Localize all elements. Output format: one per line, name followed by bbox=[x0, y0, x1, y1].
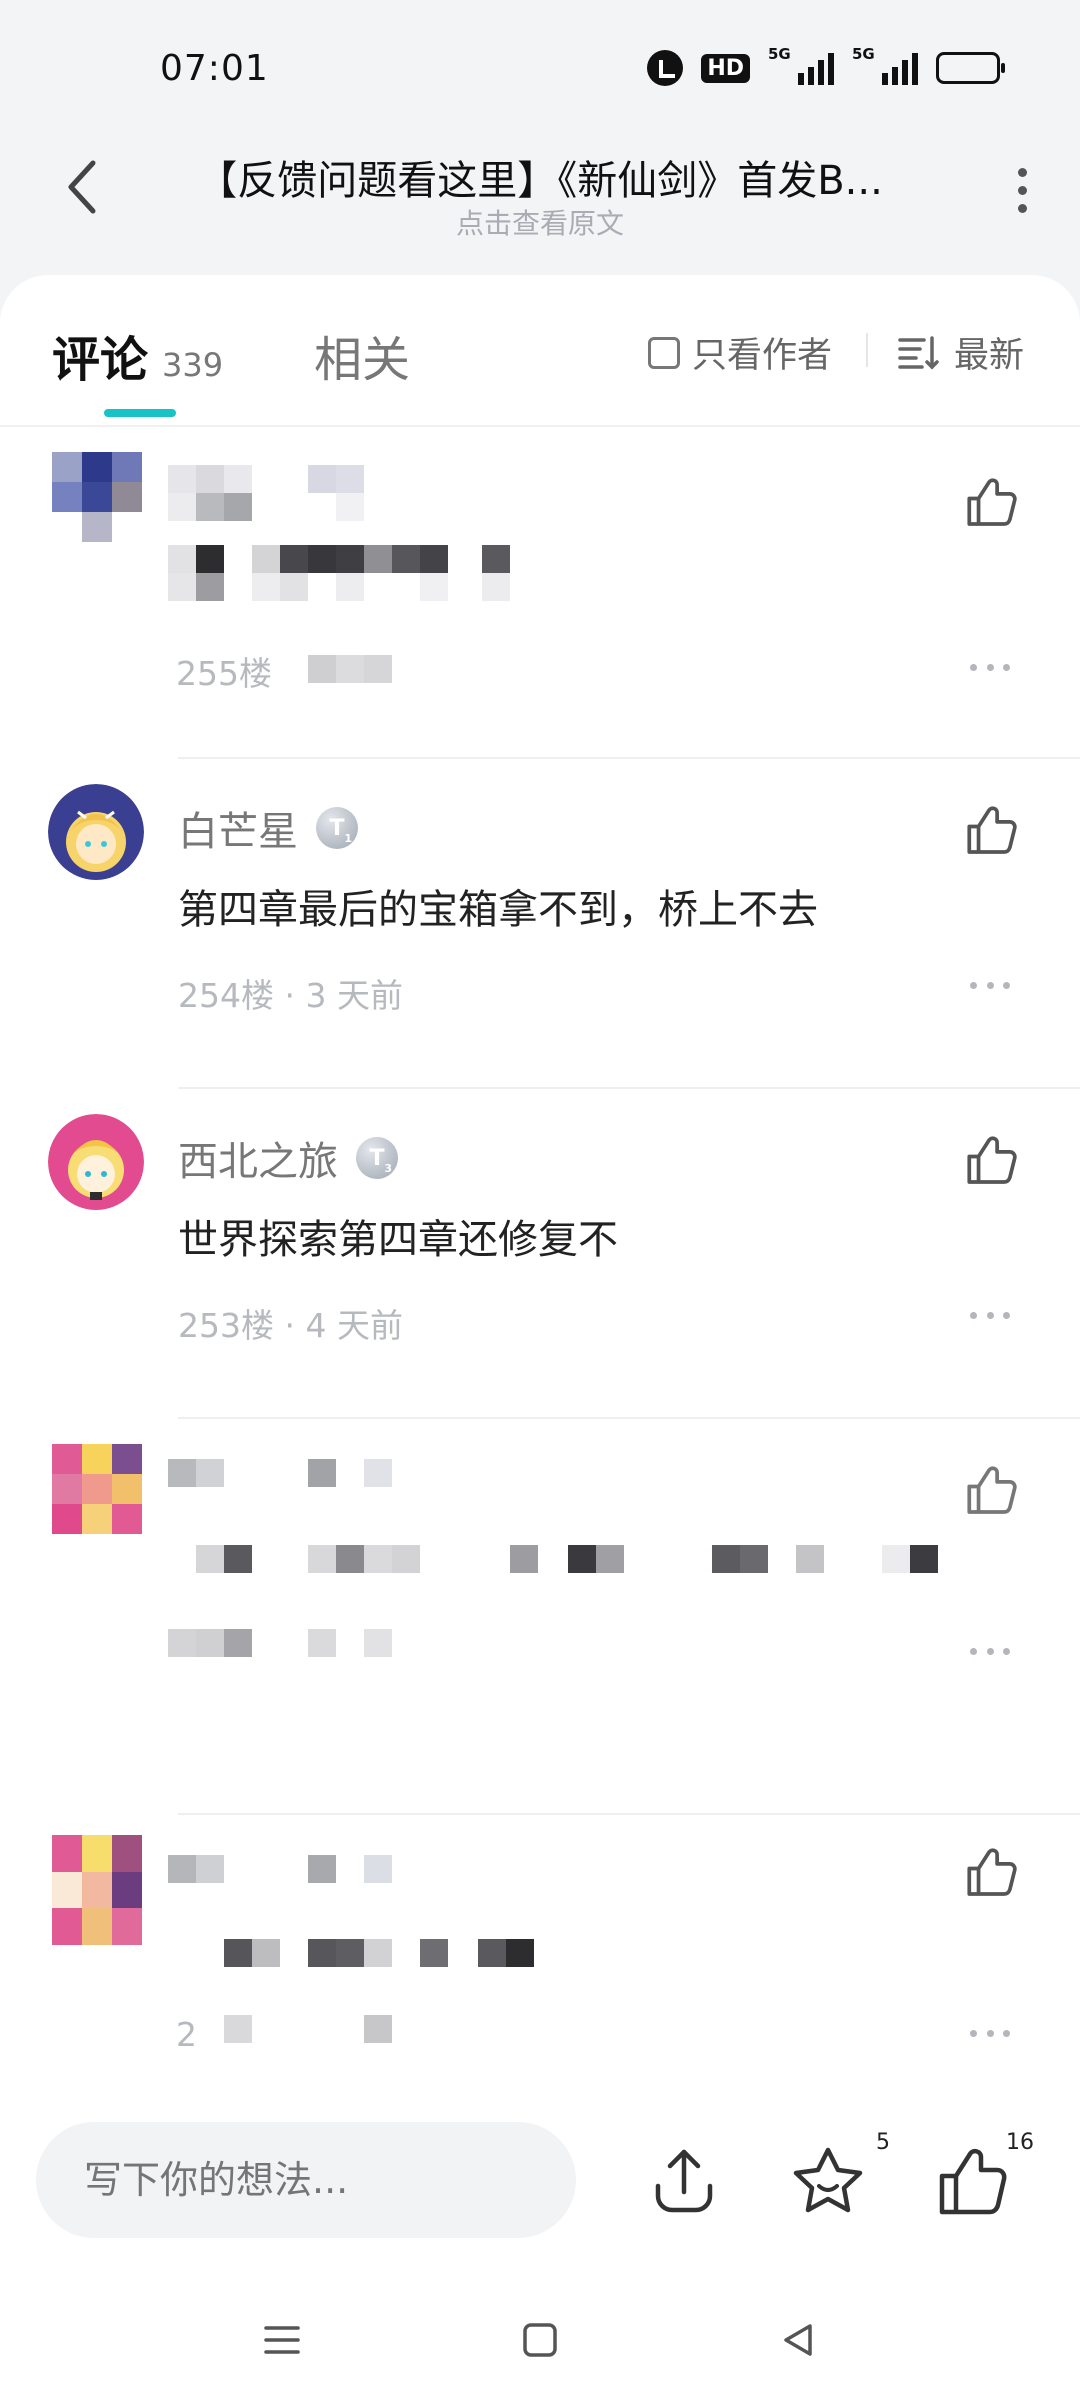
view-original-link[interactable]: 点击查看原文 bbox=[160, 202, 920, 242]
comments-panel: 评论 339 相关 只看作者 最新 255楼 白芒星 T 1 第四章最后的宝箱拿… bbox=[0, 275, 1080, 2095]
bottom-action-bar: 5 16 bbox=[0, 2050, 1080, 2270]
home-nav-button[interactable] bbox=[510, 2310, 570, 2370]
username[interactable]: 白芒星 bbox=[178, 799, 298, 857]
comment-text: 第四章最后的宝箱拿不到，桥上不去 bbox=[178, 887, 818, 933]
thumbs-up-icon[interactable] bbox=[960, 801, 1018, 859]
more-dot-icon bbox=[1017, 167, 1027, 177]
comment-input[interactable] bbox=[36, 2122, 576, 2238]
username[interactable]: 西北之旅 bbox=[178, 1129, 338, 1187]
favorite-button[interactable]: 5 bbox=[788, 2130, 890, 2222]
tab-comments[interactable]: 评论 339 bbox=[52, 320, 223, 390]
comment-more-icon[interactable] bbox=[970, 1307, 1010, 1323]
comment-text: 世界探索第四章还修复不 bbox=[178, 1217, 618, 1263]
comment-more-icon[interactable] bbox=[970, 977, 1010, 993]
tab-comments-label: 评论 bbox=[52, 332, 149, 388]
comments-count: 339 bbox=[162, 346, 224, 384]
status-icons: HD 5G 5G bbox=[647, 45, 1005, 86]
comment-more-icon[interactable] bbox=[970, 1643, 1010, 1659]
back-button[interactable] bbox=[52, 152, 112, 222]
signal-5g-icon-1: 5G bbox=[768, 45, 834, 85]
alarm-icon bbox=[647, 50, 684, 86]
share-button[interactable] bbox=[644, 2142, 724, 2222]
avatar[interactable] bbox=[52, 1444, 142, 1534]
level-badge-icon: T1 bbox=[316, 807, 358, 849]
comment-tabs: 评论 339 相关 只看作者 最新 bbox=[0, 275, 1080, 427]
divider bbox=[866, 333, 868, 367]
system-nav-bar bbox=[0, 2270, 1080, 2400]
like-count: 16 bbox=[1006, 2130, 1034, 2155]
menu-icon bbox=[264, 2326, 300, 2354]
sort-button[interactable]: 最新 bbox=[898, 327, 1024, 378]
comment-item[interactable] bbox=[0, 1419, 1080, 1813]
favorite-count: 5 bbox=[876, 2130, 890, 2155]
comment-meta: 255楼 bbox=[176, 654, 272, 693]
star-icon bbox=[793, 2147, 863, 2213]
share-upload-icon bbox=[655, 2149, 713, 2213]
battery-icon bbox=[936, 52, 1005, 84]
back-triangle-icon bbox=[784, 2324, 812, 2356]
more-dot-icon bbox=[1017, 185, 1027, 195]
more-dot-icon bbox=[1017, 203, 1027, 213]
post-title[interactable]: 【反馈问题看这里】《新仙剑》首发B... bbox=[160, 148, 920, 206]
user-avatar-image bbox=[48, 1114, 144, 1210]
author-only-label: 只看作者 bbox=[692, 336, 833, 376]
avatar[interactable] bbox=[52, 452, 142, 542]
sort-icon bbox=[898, 335, 939, 369]
comment-item[interactable]: 255楼 bbox=[0, 427, 1080, 757]
avatar[interactable] bbox=[48, 784, 144, 880]
hd-voice-icon: HD bbox=[701, 53, 750, 83]
chevron-left-icon bbox=[68, 160, 96, 214]
comment-meta: 253楼 · 4 天前 bbox=[178, 1306, 403, 1345]
sort-label: 最新 bbox=[954, 336, 1025, 376]
comment-header: 西北之旅 T3 bbox=[178, 1129, 398, 1187]
comment-item[interactable]: 白芒星 T1 第四章最后的宝箱拿不到，桥上不去 254楼 · 3 天前 bbox=[0, 759, 1080, 1087]
status-time: 07:01 bbox=[160, 48, 269, 89]
author-only-toggle[interactable]: 只看作者 bbox=[648, 327, 832, 378]
thumbs-up-icon[interactable] bbox=[960, 1131, 1018, 1189]
more-options-button[interactable] bbox=[1000, 160, 1044, 220]
comment-more-icon[interactable] bbox=[970, 2025, 1010, 2041]
comment-item[interactable]: 西北之旅 T3 世界探索第四章还修复不 253楼 · 4 天前 bbox=[0, 1089, 1080, 1417]
thumbs-up-icon[interactable] bbox=[960, 473, 1018, 531]
avatar[interactable] bbox=[52, 1835, 142, 1945]
comment-header: 白芒星 T1 bbox=[178, 799, 358, 857]
signal-5g-icon-2: 5G bbox=[852, 45, 918, 85]
menu-nav-button[interactable] bbox=[252, 2310, 312, 2370]
app-screen: 07:01 HD 5G 5G 【反馈问题看这里】《新仙剑》首发B... 点击查看… bbox=[0, 0, 1080, 2400]
thumbs-up-icon[interactable] bbox=[960, 1843, 1018, 1901]
back-nav-button[interactable] bbox=[768, 2310, 828, 2370]
active-tab-indicator bbox=[104, 409, 176, 417]
network-type-1: 5G bbox=[768, 45, 791, 63]
level-badge-icon: T3 bbox=[356, 1137, 398, 1179]
like-post-button[interactable]: 16 bbox=[932, 2130, 1034, 2222]
user-avatar-image bbox=[48, 784, 144, 880]
comment-meta: 2 bbox=[176, 2015, 197, 2054]
status-bar: 07:01 HD 5G 5G bbox=[0, 0, 1080, 120]
thumbs-up-icon bbox=[939, 2148, 1007, 2215]
home-square-icon bbox=[523, 2323, 557, 2357]
avatar[interactable] bbox=[48, 1114, 144, 1210]
tab-related[interactable]: 相关 bbox=[314, 320, 410, 390]
network-type-2: 5G bbox=[852, 45, 875, 63]
comment-meta: 254楼 · 3 天前 bbox=[178, 976, 403, 1015]
post-header: 【反馈问题看这里】《新仙剑》首发B... 点击查看原文 bbox=[0, 130, 1080, 250]
comment-more-icon[interactable] bbox=[970, 659, 1010, 675]
thumbs-up-icon[interactable] bbox=[960, 1461, 1018, 1519]
checkbox-icon bbox=[648, 336, 680, 369]
